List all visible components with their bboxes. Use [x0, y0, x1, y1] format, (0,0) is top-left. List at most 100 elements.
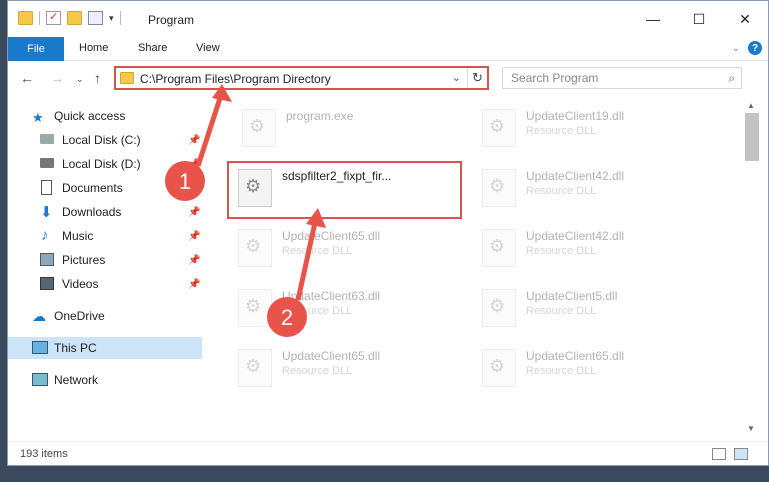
pin-icon[interactable]: 📌	[188, 255, 200, 266]
sidebar-item-pictures[interactable]: Pictures 📌	[8, 249, 202, 271]
search-icon[interactable]: ⌕	[728, 71, 735, 86]
qat-dropdown-icon[interactable]: ▾	[109, 13, 114, 24]
scroll-up-icon[interactable]: ▲	[747, 101, 755, 110]
up-arrow-icon[interactable]: ↑	[94, 70, 101, 86]
file-item[interactable]: UpdateClient42.dll Resource DLL	[482, 225, 722, 281]
dll-file-icon	[482, 109, 516, 147]
sidebar-item-this-pc[interactable]: This PC	[8, 337, 202, 359]
title-bar: ▾ Program — ☐ ✕	[8, 1, 768, 37]
expand-ribbon-icon[interactable]: ⌄	[732, 43, 740, 54]
file-name: program.exe	[286, 109, 354, 123]
tab-file[interactable]: File	[8, 37, 64, 61]
tab-view[interactable]: View	[196, 42, 220, 54]
file-item[interactable]: UpdateClient65.dll Resource DLL	[482, 345, 722, 401]
back-arrow-icon[interactable]: ←	[20, 70, 34, 86]
file-item[interactable]: UpdateClient65.dll Resource DLL	[238, 225, 478, 281]
sidebar-item-label: Pictures	[62, 253, 106, 267]
close-button[interactable]: ✕	[722, 1, 768, 37]
refresh-icon[interactable]: ↻	[467, 68, 487, 88]
navigation-pane: ★ Quick access Local Disk (C:) 📌 Local D…	[8, 95, 202, 437]
window-title: Program	[148, 13, 195, 27]
search-placeholder: Search Program	[511, 71, 599, 85]
file-name: UpdateClient65.dll	[282, 229, 381, 243]
address-path[interactable]: C:\Program Files\Program Directory	[140, 72, 331, 86]
search-input[interactable]: Search Program ⌕	[502, 67, 742, 89]
sidebar-item-local-disk-d[interactable]: Local Disk (D:) 📌	[8, 153, 202, 175]
file-item[interactable]: UpdateClient5.dll Resource DLL	[482, 285, 722, 341]
tab-share[interactable]: Share	[138, 42, 167, 54]
file-item[interactable]: UpdateClient19.dll Resource DLL	[482, 105, 722, 161]
divider	[119, 11, 121, 25]
sidebar-item-local-disk-c[interactable]: Local Disk (C:) 📌	[8, 129, 202, 151]
pin-icon[interactable]: 📌	[188, 207, 200, 218]
large-icons-view-icon[interactable]	[734, 448, 748, 460]
vertical-scrollbar[interactable]: ▲ ▼	[742, 95, 762, 437]
file-type: Resource DLL	[282, 365, 353, 377]
address-dropdown-icon[interactable]: ⌄	[452, 71, 461, 84]
file-name: UpdateClient65.dll	[526, 349, 625, 363]
sidebar-item-label: Videos	[62, 277, 99, 291]
view-options-icon[interactable]	[88, 11, 103, 25]
pin-icon[interactable]: 📌	[188, 183, 200, 194]
file-name: UpdateClient5.dll	[526, 289, 618, 303]
help-icon[interactable]: ?	[748, 41, 762, 55]
sidebar-item-videos[interactable]: Videos 📌	[8, 273, 202, 295]
sidebar-item-quick-access[interactable]: ★ Quick access	[8, 105, 202, 127]
folder-icon	[120, 72, 134, 84]
item-count: 193 items	[20, 448, 68, 460]
videos-icon	[40, 277, 54, 290]
sidebar-item-label: Local Disk (C:)	[62, 133, 141, 147]
cloud-icon: ☁	[32, 308, 46, 324]
sidebar-item-label: Quick access	[54, 109, 126, 123]
minimize-button[interactable]: —	[630, 1, 676, 37]
downloads-icon: ⬇	[40, 204, 53, 221]
sidebar-item-network[interactable]: Network	[8, 369, 202, 391]
file-item[interactable]: UpdateClient63.dll Resource DLL	[238, 285, 478, 341]
details-view-icon[interactable]	[712, 448, 726, 460]
dll-file-icon	[238, 349, 272, 387]
sidebar-item-music[interactable]: ♪ Music 📌	[8, 225, 202, 247]
status-bar: 193 items	[8, 441, 768, 465]
file-name: UpdateClient42.dll	[526, 229, 625, 243]
sidebar-item-downloads[interactable]: ⬇ Downloads 📌	[8, 201, 202, 223]
sidebar-item-onedrive[interactable]: ☁ OneDrive	[8, 305, 202, 327]
ribbon: File Home Share View ⌄ ?	[8, 37, 768, 61]
file-item[interactable]: program.exe	[242, 105, 482, 161]
file-item[interactable]: UpdateClient65.dll Resource DLL	[238, 345, 478, 401]
file-name: UpdateClient63.dll	[282, 289, 381, 303]
divider	[39, 11, 40, 25]
file-type: Resource DLL	[526, 185, 597, 197]
new-folder-icon[interactable]	[67, 11, 82, 25]
scroll-down-icon[interactable]: ▼	[747, 424, 755, 433]
dll-file-icon	[482, 169, 516, 207]
file-name: UpdateClient65.dll	[282, 349, 381, 363]
forward-arrow-icon[interactable]: →	[50, 70, 64, 86]
recent-locations-icon[interactable]: ⌄	[76, 74, 84, 85]
quick-access-toolbar: ▾	[18, 10, 121, 25]
sidebar-item-label: Local Disk (D:)	[62, 157, 141, 171]
scroll-thumb[interactable]	[745, 113, 759, 161]
tab-home[interactable]: Home	[79, 42, 108, 54]
pin-icon[interactable]: 📌	[188, 231, 200, 242]
address-bar[interactable]: C:\Program Files\Program Directory ⌄ ↻	[114, 66, 489, 90]
properties-check-icon[interactable]	[46, 10, 61, 25]
dll-file-icon	[482, 349, 516, 387]
pin-icon[interactable]: 📌	[188, 279, 200, 290]
folder-icon[interactable]	[18, 11, 33, 25]
navigation-bar: ← → ⌄ ↑ C:\Program Files\Program Directo…	[8, 61, 768, 95]
computer-icon	[32, 341, 48, 354]
sidebar-item-label: Network	[54, 373, 99, 387]
file-name: UpdateClient19.dll	[526, 109, 625, 123]
pin-icon[interactable]: 📌	[188, 159, 200, 170]
file-type: Resource DLL	[526, 245, 597, 257]
file-item[interactable]: UpdateClient42.dll Resource DLL	[482, 165, 722, 221]
file-type: Resource DLL	[526, 125, 597, 137]
sidebar-item-label: Music	[62, 229, 94, 243]
drive-icon	[40, 134, 54, 144]
pin-icon[interactable]: 📌	[188, 135, 200, 146]
maximize-button[interactable]: ☐	[676, 1, 722, 37]
exe-file-icon	[242, 109, 276, 147]
dll-file-icon	[238, 229, 272, 267]
sidebar-item-label: OneDrive	[54, 309, 105, 323]
sidebar-item-documents[interactable]: Documents 📌	[8, 177, 202, 199]
